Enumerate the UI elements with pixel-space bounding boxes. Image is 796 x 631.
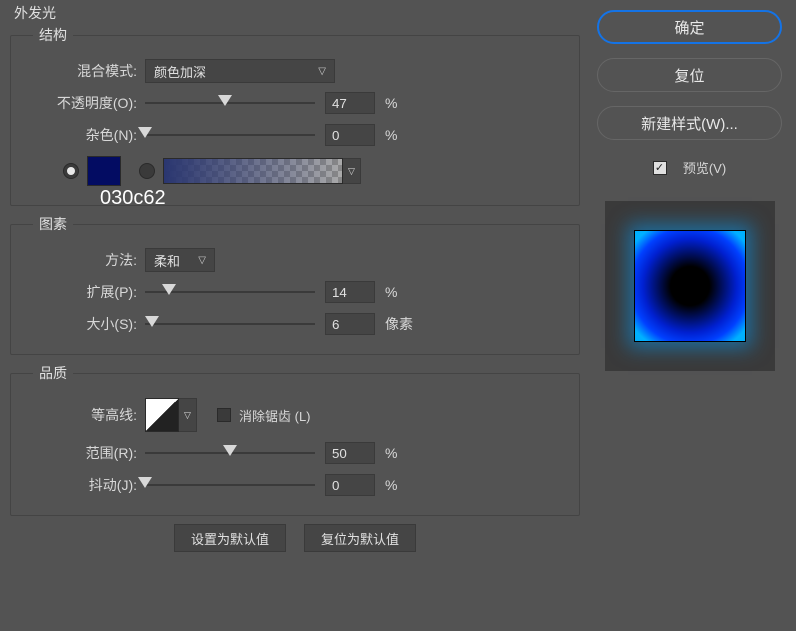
make-default-button[interactable]: 设置为默认值: [174, 524, 286, 552]
chevron-down-icon: ▽: [318, 66, 326, 77]
preview-swatch: [634, 230, 746, 342]
preview-checkbox[interactable]: [653, 161, 667, 175]
noise-unit: %: [385, 127, 397, 143]
quality-legend: 品质: [33, 363, 73, 383]
spread-unit: %: [385, 284, 397, 300]
spread-input[interactable]: [325, 281, 375, 303]
slider-thumb-icon[interactable]: [223, 445, 237, 456]
size-label: 大小(S):: [25, 314, 145, 334]
range-slider[interactable]: [145, 443, 315, 463]
slider-thumb-icon[interactable]: [138, 477, 152, 488]
antialias-label: 消除锯齿 (L): [239, 406, 311, 425]
opacity-unit: %: [385, 95, 397, 111]
color-swatch[interactable]: [87, 156, 121, 186]
quality-group: 品质 等高线: ▽ 消除锯齿 (L) 范围(R): % 抖动(J):: [10, 363, 580, 516]
jitter-slider[interactable]: [145, 475, 315, 495]
technique-label: 方法:: [25, 250, 145, 270]
range-unit: %: [385, 445, 397, 461]
blend-mode-select[interactable]: 颜色加深 ▽: [145, 59, 335, 83]
size-slider[interactable]: [145, 314, 315, 334]
blend-mode-value: 颜色加深: [154, 62, 206, 81]
slider-thumb-icon[interactable]: [145, 316, 159, 327]
jitter-input[interactable]: [325, 474, 375, 496]
noise-label: 杂色(N):: [25, 125, 145, 145]
range-input[interactable]: [325, 442, 375, 464]
structure-legend: 结构: [33, 25, 73, 45]
slider-thumb-icon[interactable]: [162, 284, 176, 295]
color-hex-label: 030c62: [100, 187, 166, 210]
elements-legend: 图素: [33, 214, 73, 234]
color-radio[interactable]: [63, 163, 79, 179]
technique-value: 柔和: [154, 251, 180, 270]
ok-button[interactable]: 确定: [597, 10, 782, 44]
gradient-picker[interactable]: [163, 158, 343, 184]
noise-slider[interactable]: [145, 125, 315, 145]
preview-label: 预览(V): [683, 158, 726, 177]
range-label: 范围(R):: [25, 443, 145, 463]
contour-dropdown[interactable]: ▽: [179, 398, 197, 432]
contour-label: 等高线:: [25, 405, 145, 425]
chevron-down-icon: ▽: [198, 255, 206, 266]
gradient-radio[interactable]: [139, 163, 155, 179]
opacity-input[interactable]: [325, 92, 375, 114]
reset-default-button[interactable]: 复位为默认值: [304, 524, 416, 552]
opacity-label: 不透明度(O):: [25, 93, 145, 113]
size-input[interactable]: [325, 313, 375, 335]
contour-picker[interactable]: [145, 398, 179, 432]
blend-mode-label: 混合模式:: [25, 61, 145, 81]
gradient-dropdown[interactable]: ▽: [343, 158, 361, 184]
elements-group: 图素 方法: 柔和 ▽ 扩展(P): % 大小(S): 像素: [10, 214, 580, 355]
technique-select[interactable]: 柔和 ▽: [145, 248, 215, 272]
structure-group: 结构 混合模式: 颜色加深 ▽ 不透明度(O): % 杂色(N):: [10, 25, 580, 206]
antialias-checkbox[interactable]: [217, 408, 231, 422]
jitter-unit: %: [385, 477, 397, 493]
noise-input[interactable]: [325, 124, 375, 146]
opacity-slider[interactable]: [145, 93, 315, 113]
slider-thumb-icon[interactable]: [138, 127, 152, 138]
preview-box: [605, 201, 775, 371]
spread-label: 扩展(P):: [25, 282, 145, 302]
size-unit: 像素: [385, 314, 413, 334]
slider-thumb-icon[interactable]: [218, 95, 232, 106]
jitter-label: 抖动(J):: [25, 475, 145, 495]
panel-title: 外发光: [10, 3, 580, 23]
reset-button[interactable]: 复位: [597, 58, 782, 92]
new-style-button[interactable]: 新建样式(W)...: [597, 106, 782, 140]
spread-slider[interactable]: [145, 282, 315, 302]
